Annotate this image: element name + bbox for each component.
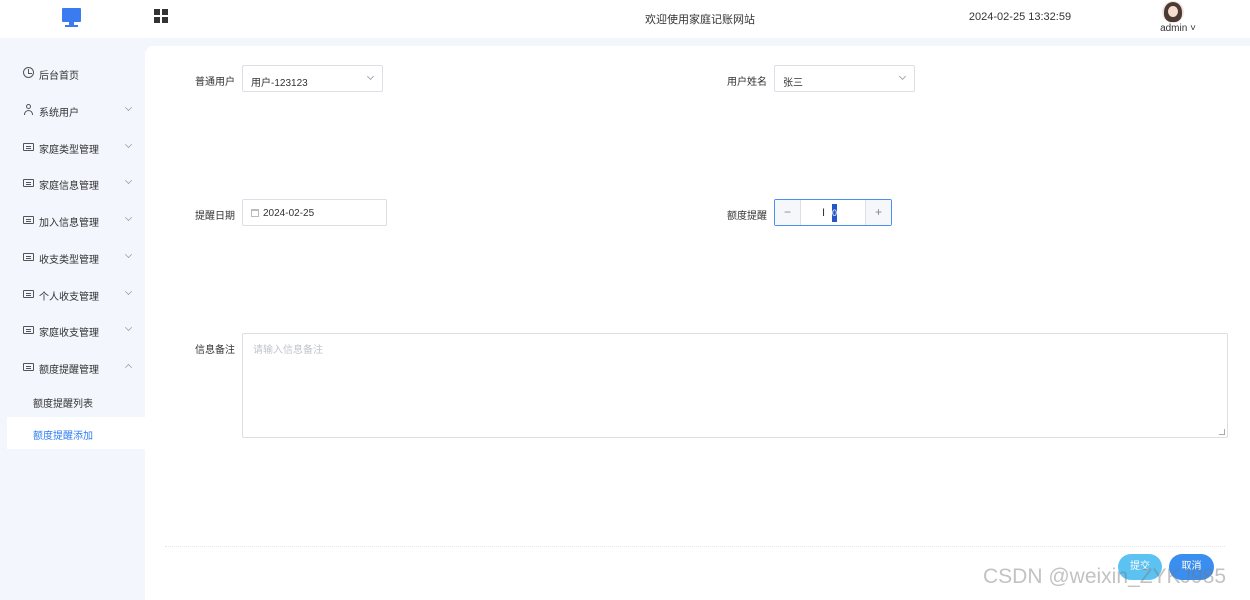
avatar[interactable] <box>1162 1 1184 23</box>
csdn-watermark: CSDN @weixin_ZYKJ985 <box>983 565 1227 588</box>
chevron-down-icon <box>125 104 132 111</box>
note-field-label: 信息备注 <box>195 345 235 356</box>
chevron-down-icon <box>125 324 132 331</box>
name-select-value: 张三 <box>783 78 803 89</box>
sidebar: 后台首页 系统用户 家庭类型管理 家庭信息管理 加入信息管理 收支类型管理 个人… <box>0 38 145 600</box>
chevron-down-icon <box>125 214 132 221</box>
sidebar-item-label: 加入信息管理 <box>39 218 99 229</box>
list-icon <box>23 143 34 151</box>
sidebar-item-label: 家庭信息管理 <box>39 181 99 192</box>
sidebar-item-family-finance[interactable]: 家庭收支管理 <box>0 315 145 345</box>
sidebar-item-home[interactable]: 后台首页 <box>0 58 145 88</box>
list-icon <box>23 363 34 371</box>
list-icon <box>23 179 34 187</box>
user-select-value: 用户-123123 <box>251 78 308 89</box>
sidebar-item-label: 家庭类型管理 <box>39 145 99 156</box>
sidebar-item-system-users[interactable]: 系统用户 <box>0 95 145 125</box>
chevron-down-icon <box>125 141 132 148</box>
top-header: 欢迎使用家庭记账网站 2024-02-25 13:32:59 admin ˅ <box>0 0 1250 38</box>
date-value: 2024-02-25 <box>263 208 315 219</box>
sidebar-subitem-quota-add[interactable]: 额度提醒添加 <box>7 417 145 449</box>
sidebar-item-join-info[interactable]: 加入信息管理 <box>0 205 145 235</box>
quota-input[interactable]: I 0 <box>801 200 865 225</box>
quota-stepper: − I 0 + <box>774 199 892 226</box>
current-datetime: 2024-02-25 13:32:59 <box>968 11 1072 23</box>
sidebar-item-family-info[interactable]: 家庭信息管理 <box>0 168 145 198</box>
quota-field-label: 额度提醒 <box>727 211 767 222</box>
sidebar-item-family-types[interactable]: 家庭类型管理 <box>0 132 145 162</box>
chevron-up-icon <box>125 364 132 371</box>
chevron-down-icon <box>125 177 132 184</box>
note-placeholder: 请输入信息备注 <box>253 345 323 356</box>
chevron-down-icon <box>125 251 132 258</box>
main-form-panel: 普通用户 用户-123123 用户姓名 张三 提醒日期 2024-02-25 额… <box>145 46 1250 600</box>
user-icon <box>23 104 34 115</box>
sidebar-item-label: 收支类型管理 <box>39 255 99 266</box>
chevron-down-icon <box>125 288 132 295</box>
clock-icon <box>23 67 34 78</box>
quota-value: 0 <box>832 204 837 222</box>
name-field-label: 用户姓名 <box>727 77 767 88</box>
sidebar-item-label: 个人收支管理 <box>39 292 99 303</box>
list-icon <box>23 216 34 224</box>
user-menu-dropdown[interactable]: admin ˅ <box>1154 23 1202 34</box>
decrement-button[interactable]: − <box>775 200 801 225</box>
list-icon <box>23 326 34 334</box>
sidebar-item-label: 后台首页 <box>39 71 79 82</box>
text-cursor-icon: I <box>822 207 826 219</box>
name-select[interactable]: 张三 <box>774 65 915 92</box>
list-icon <box>23 290 34 298</box>
footer-divider <box>165 546 1225 547</box>
sidebar-item-label: 家庭收支管理 <box>39 328 99 339</box>
sidebar-item-label: 额度提醒管理 <box>39 365 99 376</box>
chevron-down-icon <box>898 72 907 81</box>
sidebar-item-personal-finance[interactable]: 个人收支管理 <box>0 279 145 309</box>
user-select[interactable]: 用户-123123 <box>242 65 383 92</box>
welcome-text: 欢迎使用家庭记账网站 <box>645 14 755 26</box>
note-textarea[interactable]: 请输入信息备注 <box>242 333 1228 438</box>
sidebar-item-income-expense-types[interactable]: 收支类型管理 <box>0 242 145 272</box>
user-field-label: 普通用户 <box>195 77 235 88</box>
sidebar-subitem-quota-list[interactable]: 额度提醒列表 <box>0 385 145 417</box>
sidebar-item-quota-reminders[interactable]: 额度提醒管理 <box>0 352 145 382</box>
date-field-label: 提醒日期 <box>195 211 235 222</box>
chevron-down-icon <box>366 72 375 81</box>
sidebar-item-label: 系统用户 <box>39 108 79 119</box>
menu-grid-icon[interactable] <box>154 9 168 23</box>
reminder-date-picker[interactable]: 2024-02-25 <box>242 199 387 226</box>
resize-handle-icon[interactable] <box>1219 429 1225 435</box>
calendar-icon <box>251 209 259 217</box>
increment-button[interactable]: + <box>865 200 891 225</box>
sidebar-subitem-label: 额度提醒添加 <box>33 431 93 442</box>
monitor-logo-icon <box>58 6 84 30</box>
list-icon <box>23 253 34 261</box>
sidebar-subitem-label: 额度提醒列表 <box>33 399 93 410</box>
